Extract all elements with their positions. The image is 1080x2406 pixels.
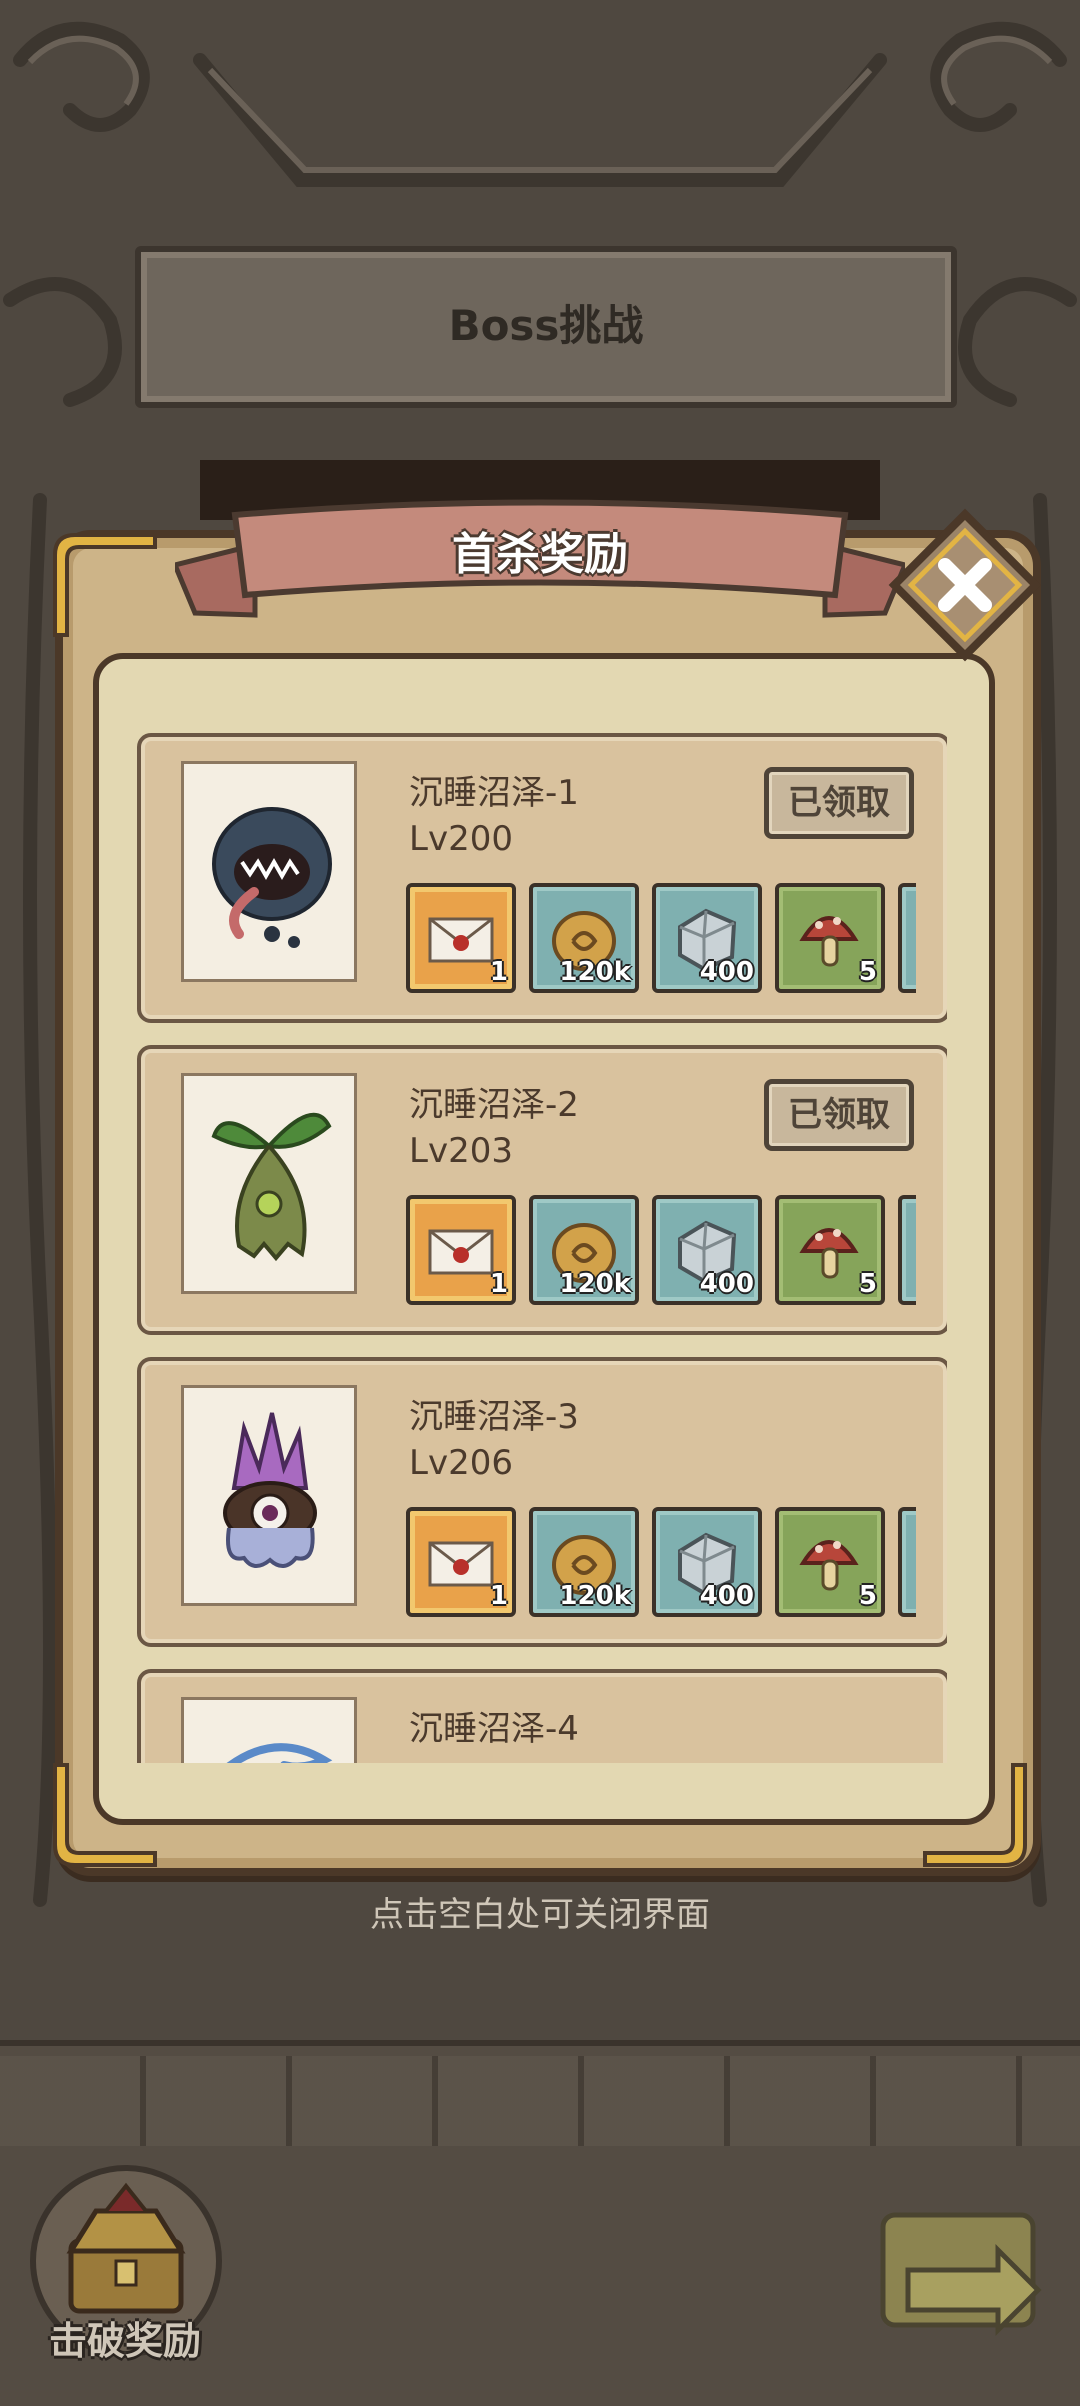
defeat-reward-button[interactable]: 击破奖励 (25, 2165, 222, 2365)
boss-portrait (181, 1073, 357, 1294)
boss-level: Lv203 (409, 1131, 513, 1171)
boss-level: Lv206 (409, 1443, 513, 1483)
boss-crystal-portrait-icon (223, 1412, 317, 1568)
item-count: 5 (858, 1269, 877, 1299)
reward-list[interactable]: 沉睡沼泽-1 Lv200 已领取 1 120k 400 5 沉睡沼泽-2 Lv2… (137, 733, 947, 1763)
reward-item[interactable]: 120k (529, 883, 639, 993)
item-strip[interactable]: 1 120k 400 5 (406, 1195, 916, 1305)
close-hint-text: 点击空白处可关闭界面 (370, 1895, 710, 1935)
defeat-reward-label: 击破奖励 (48, 2319, 201, 2363)
reward-item[interactable]: 5 (775, 883, 885, 993)
reward-card: 沉睡沼泽-3 Lv206 1 120k 400 5 (137, 1357, 947, 1647)
boss-stage-name: 沉睡沼泽-3 (409, 1397, 579, 1437)
reward-item[interactable]: 1 (406, 1195, 516, 1305)
item-strip[interactable]: 1 120k 400 5 (406, 1507, 916, 1617)
close-x-icon (888, 508, 1042, 662)
item-count: 120k (559, 1269, 631, 1299)
reward-card: 沉睡沼泽-2 Lv203 已领取 1 120k 400 5 (137, 1045, 947, 1335)
corner-ornament-bottom-left (53, 1763, 157, 1867)
boss-stage-name: 沉睡沼泽-4 (409, 1709, 579, 1749)
boss-water-portrait-icon (226, 1743, 333, 1763)
boss-portrait (181, 1385, 357, 1606)
reward-card: 沉睡沼泽-4 (137, 1669, 947, 1763)
item-count: 400 (699, 1269, 754, 1299)
reward-item[interactable]: 400 (652, 1507, 762, 1617)
reward-item-partial[interactable] (898, 1507, 916, 1617)
return-button[interactable] (878, 2210, 1048, 2360)
boss-stage-name: 沉睡沼泽-1 (409, 773, 579, 813)
page-title: Boss挑战 (448, 301, 644, 350)
item-count: 120k (559, 957, 631, 987)
item-strip[interactable]: 1 120k 400 5 (406, 883, 916, 993)
reward-item[interactable]: 400 (652, 1195, 762, 1305)
item-count: 400 (699, 1581, 754, 1611)
item-count: 5 (858, 1581, 877, 1611)
return-arrow-icon (880, 2212, 1042, 2337)
reward-item[interactable]: 120k (529, 1507, 639, 1617)
boss-portrait (181, 1697, 357, 1763)
claimed-badge: 已领取 (764, 767, 914, 839)
corner-ornament-bottom-right (923, 1763, 1027, 1867)
header-banner: Boss挑战 (135, 246, 957, 408)
claimed-badge: 已领取 (764, 1079, 914, 1151)
item-count: 1 (489, 1581, 508, 1611)
reward-item-partial[interactable] (898, 883, 916, 993)
item-count: 1 (489, 957, 508, 987)
close-button[interactable] (880, 500, 1050, 670)
item-count: 400 (699, 957, 754, 987)
boss-level: Lv200 (409, 819, 513, 859)
item-count: 120k (559, 1581, 631, 1611)
reward-item[interactable]: 400 (652, 883, 762, 993)
reward-item[interactable]: 5 (775, 1195, 885, 1305)
item-count: 1 (489, 1269, 508, 1299)
boss-stage-name: 沉睡沼泽-2 (409, 1085, 579, 1125)
reward-item[interactable]: 5 (775, 1507, 885, 1617)
boss-slime-portrait-icon (212, 807, 332, 948)
boss-sprout-portrait-icon (211, 1112, 332, 1262)
stone-wall (0, 2056, 1080, 2146)
reward-item[interactable]: 120k (529, 1195, 639, 1305)
boss-portrait (181, 761, 357, 982)
reward-item[interactable]: 1 (406, 1507, 516, 1617)
item-count: 5 (858, 957, 877, 987)
reward-item-partial[interactable] (898, 1195, 916, 1305)
reward-card: 沉睡沼泽-1 Lv200 已领取 1 120k 400 5 (137, 733, 947, 1023)
reward-item[interactable]: 1 (406, 883, 516, 993)
